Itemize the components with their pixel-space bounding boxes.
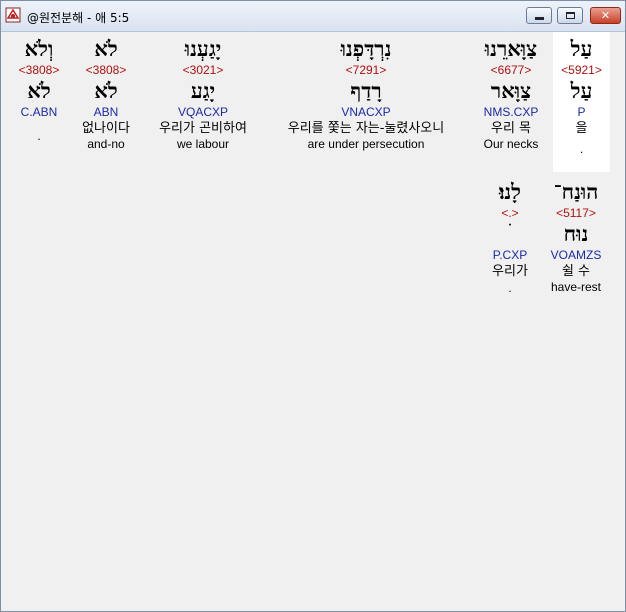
- word-block[interactable]: יָגַעְנוּ <3021> יָגַע VQACXP 우리가 곤비하여 w…: [144, 36, 262, 152]
- english-gloss: have-rest: [550, 280, 602, 294]
- parsing-code: NMS.CXP: [483, 105, 539, 119]
- parsing-code: ABN: [93, 105, 119, 119]
- strong-number: <.>: [501, 206, 519, 220]
- maximize-button[interactable]: [557, 7, 583, 24]
- strong-number: <5117>: [556, 206, 596, 220]
- minimize-button[interactable]: [526, 7, 552, 24]
- hebrew-word: הוּנַח־: [553, 179, 599, 204]
- word-block[interactable]: לָנוּ׃ <.> ׄ P.CXP 우리가 .: [479, 179, 541, 294]
- strong-number: <3021>: [182, 63, 224, 77]
- lemma: ׄ: [479, 221, 541, 247]
- window-title: @원전분해 - 애 5:5: [27, 11, 130, 25]
- word-block[interactable]: הוּנַח־ <5117> נוּח VOAMZS 쉴 수 have-rest: [541, 179, 611, 295]
- korean-gloss: 우리가: [492, 264, 528, 279]
- strong-number: <7291>: [345, 63, 387, 77]
- hebrew-word: נִרְדָּפְנוּ: [340, 36, 392, 61]
- lemma: יָגַע: [190, 78, 216, 103]
- close-icon: ✕: [600, 9, 611, 22]
- hebrew-word: לֹא: [94, 36, 118, 61]
- app-logo-icon: [5, 7, 21, 23]
- parsing-code: P.CXP: [492, 248, 528, 262]
- word-note: .: [508, 281, 512, 295]
- word-note: .: [579, 142, 584, 156]
- english-gloss: Our necks: [483, 137, 539, 151]
- parsing-code: VOAMZS: [550, 248, 602, 262]
- hebrew-word: לָנוּ׃: [498, 179, 522, 204]
- hebrew-word: יָגַעְנוּ: [184, 36, 222, 61]
- word-block[interactable]: צַוָּארֵנוּ <6677> צַוָּאר NMS.CXP 우리 목 …: [471, 36, 551, 152]
- parsing-code: C.ABN: [20, 105, 58, 119]
- strong-number: <5921>: [561, 63, 602, 77]
- hebrew-word: צַוָּארֵנוּ: [484, 36, 538, 61]
- korean-gloss: 을: [575, 121, 588, 136]
- korean-gloss: 쉴 수: [561, 264, 591, 279]
- lemma: לֹא: [27, 78, 51, 103]
- close-button[interactable]: ✕: [590, 7, 621, 24]
- strong-number: <3808>: [18, 63, 60, 77]
- parsing-code: P: [577, 105, 586, 119]
- hebrew-word: וְלֹא: [24, 36, 54, 61]
- korean-gloss: 없나이다: [82, 121, 130, 136]
- word-note: .: [37, 129, 41, 143]
- analysis-pane: עַל <5921> עַל P 을 . צַוָּארֵנוּ <6677> …: [1, 32, 625, 611]
- english-gloss: are under persecution: [307, 137, 425, 151]
- english-gloss: we labour: [176, 137, 230, 151]
- lemma: רָדַף: [350, 78, 382, 103]
- lemma: עַל: [570, 78, 593, 103]
- korean-gloss: 우리가 곤비하여: [159, 121, 247, 136]
- parsing-code: VNACXP: [341, 105, 391, 119]
- word-block[interactable]: לֹא <3808> לֹא ABN 없나이다 and-no: [71, 36, 141, 152]
- word-block[interactable]: עַל <5921> עַל P 을 .: [553, 36, 610, 155]
- word-block[interactable]: וְלֹא <3808> לֹא C.ABN .: [9, 36, 69, 142]
- maximize-icon: [565, 12, 575, 19]
- lemma: נוּח: [563, 221, 589, 246]
- app-window: @원전분해 - 애 5:5 ✕ עַל <5921> עַל P 을 . צַו…: [0, 0, 626, 612]
- hebrew-word: עַל: [570, 36, 593, 61]
- english-gloss: and-no: [87, 137, 125, 151]
- lemma: לֹא: [94, 78, 118, 103]
- korean-gloss: 우리 목: [490, 121, 531, 136]
- minimize-icon: [534, 16, 544, 20]
- word-block[interactable]: נִרְדָּפְנוּ <7291> רָדַף VNACXP 우리를 쫓는 …: [263, 36, 469, 152]
- title-bar[interactable]: @원전분해 - 애 5:5 ✕: [1, 1, 625, 32]
- strong-number: <3808>: [85, 63, 127, 77]
- parsing-code: VQACXP: [177, 105, 228, 119]
- lemma: צַוָּאר: [490, 78, 532, 103]
- strong-number: <6677>: [490, 63, 532, 77]
- korean-gloss: 우리를 쫓는 자는-눌렸사오니: [287, 121, 445, 136]
